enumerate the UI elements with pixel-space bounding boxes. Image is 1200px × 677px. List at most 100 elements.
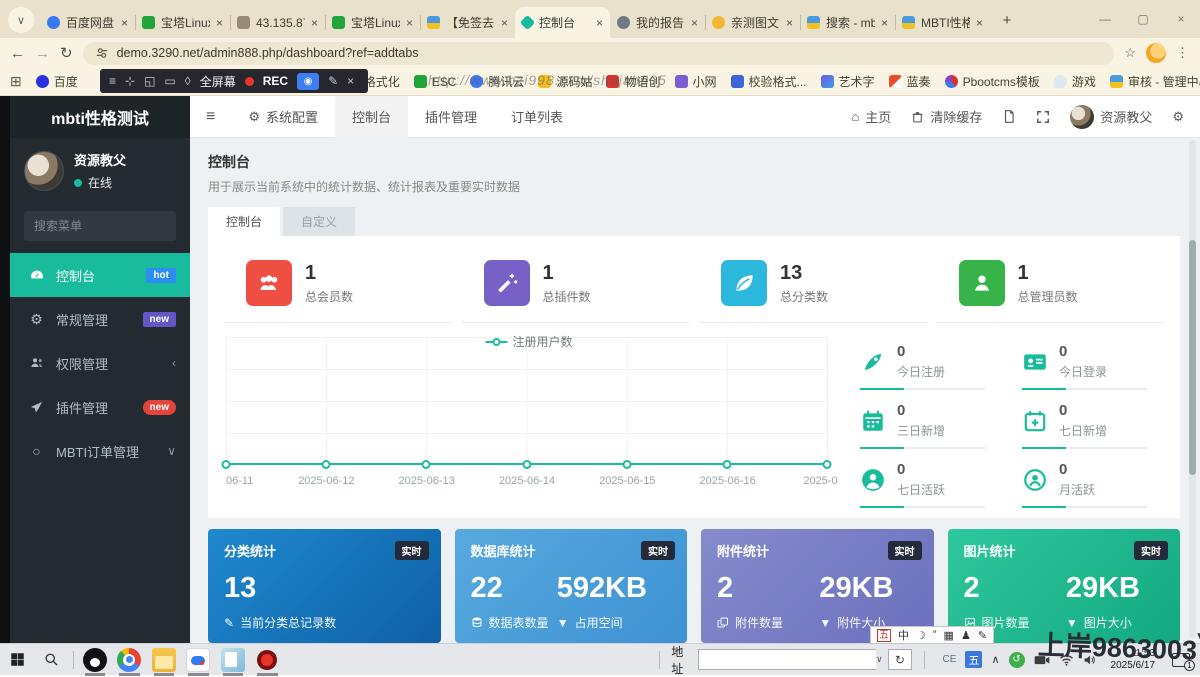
tab-close-icon[interactable]: × xyxy=(121,16,128,30)
crosshair-icon[interactable]: ⊹ xyxy=(125,74,135,88)
bookmark-item[interactable]: 小网 xyxy=(675,73,717,90)
browser-menu-icon[interactable]: ⋮ xyxy=(1176,45,1190,61)
window-maximize-button[interactable]: ▢ xyxy=(1124,0,1162,38)
fullwidth-moon-icon[interactable]: ☽ xyxy=(916,629,926,642)
bookmark-item[interactable]: 物语创 xyxy=(606,73,660,90)
topnav-tab-system-config[interactable]: ⚙系统配置 xyxy=(231,96,335,138)
data-point[interactable] xyxy=(722,460,731,469)
soft-keyboard-icon[interactable]: ▦ xyxy=(944,629,954,642)
pencil-icon[interactable]: ✎ xyxy=(328,74,338,88)
wubi-indicator[interactable]: 五 xyxy=(877,629,891,642)
page-scrollbar[interactable] xyxy=(1189,140,1196,638)
chinese-mode-indicator[interactable]: 中 xyxy=(898,627,909,643)
menu-search-input[interactable] xyxy=(34,219,189,233)
content-tab-dashboard[interactable]: 控制台 xyxy=(208,207,280,236)
data-point[interactable] xyxy=(422,460,431,469)
list-icon[interactable]: ≡ xyxy=(109,74,116,88)
user-avatar[interactable] xyxy=(24,151,64,191)
data-point[interactable] xyxy=(222,460,231,469)
menu-search-box[interactable] xyxy=(24,211,176,241)
apps-grid-icon[interactable]: ⊞ xyxy=(10,73,22,90)
address-bar[interactable]: demo.3290.net/admin888.php/dashboard?ref… xyxy=(83,42,1115,65)
browser-tab[interactable]: 宝塔Linux× xyxy=(135,7,230,38)
tab-close-icon[interactable]: × xyxy=(976,16,983,30)
content-tab-custom[interactable]: 自定义 xyxy=(283,207,355,236)
bookmark-item[interactable]: 格式化 xyxy=(364,73,400,90)
sidebar-item-plugins[interactable]: 插件管理 new xyxy=(10,385,190,429)
taskbar-app-explorer[interactable] xyxy=(147,644,181,676)
sidebar-item-mbti-orders[interactable]: ○ MBTI订单管理 ∨ xyxy=(10,429,190,473)
topnav-tab-dashboard[interactable]: 控制台 xyxy=(335,96,408,138)
reload-button[interactable]: ↻ xyxy=(60,44,73,62)
window-minimize-button[interactable]: — xyxy=(1086,0,1124,38)
topnav-tab-orders[interactable]: 订单列表 xyxy=(494,96,580,138)
topnav-user-menu[interactable]: 资源教父 xyxy=(1070,105,1152,129)
new-tab-button[interactable]: + xyxy=(994,7,1020,33)
tab-close-icon[interactable]: × xyxy=(596,16,603,30)
browser-tab[interactable]: MBTI性格…× xyxy=(895,7,990,38)
bookmark-item[interactable]: Pbootcms模板 xyxy=(945,73,1040,90)
fullscreen-button[interactable] xyxy=(1036,110,1050,124)
bookmark-item[interactable]: ESC xyxy=(414,75,457,89)
sidebar-item-permissions[interactable]: 权限管理 ‹ xyxy=(10,341,190,385)
page-info-button[interactable] xyxy=(1002,109,1016,124)
bookmark-item[interactable]: 审核 - 管理中心 xyxy=(1110,73,1200,90)
record-label[interactable]: REC xyxy=(263,74,288,88)
sidebar-item-general[interactable]: ⚙ 常规管理 new xyxy=(10,297,190,341)
tab-close-icon[interactable]: × xyxy=(216,16,223,30)
window-close-button[interactable]: × xyxy=(1162,0,1200,38)
browser-tab[interactable]: 我的报告× xyxy=(610,7,705,38)
data-point[interactable] xyxy=(522,460,531,469)
address-combobox-input[interactable] xyxy=(699,650,876,669)
bookmark-item[interactable]: 蓝奏 xyxy=(889,73,931,90)
taskbar-app-chrome[interactable] xyxy=(112,644,146,676)
browser-tab[interactable]: 43.135.87× xyxy=(230,7,325,38)
region-icon[interactable]: ▭ xyxy=(164,74,175,88)
browser-tab-active[interactable]: 控制台× xyxy=(515,7,610,38)
address-combobox[interactable]: ∨ xyxy=(698,649,876,670)
screenshot-camera-button[interactable]: ◉ xyxy=(297,73,319,90)
user-dict-icon[interactable]: ♟ xyxy=(961,629,971,642)
taskbar-app-recorder[interactable] xyxy=(250,644,284,676)
home-link[interactable]: ⌂主页 xyxy=(851,107,891,126)
ime-indicator[interactable]: 五 xyxy=(965,651,982,668)
clear-cache-button[interactable]: 清除缓存 xyxy=(911,107,982,126)
browser-tab[interactable]: 搜索 - mb…× xyxy=(800,7,895,38)
bookmark-item[interactable]: 游戏 xyxy=(1054,73,1096,90)
topnav-tab-plugins[interactable]: 插件管理 xyxy=(408,96,494,138)
tab-close-icon[interactable]: × xyxy=(311,16,318,30)
ime-settings-icon[interactable]: ✎ xyxy=(978,629,987,642)
browser-tab[interactable]: 百度网盘× xyxy=(40,7,135,38)
browser-profile-avatar[interactable] xyxy=(1146,43,1166,63)
chart-legend[interactable]: 注册用户数 xyxy=(485,333,572,350)
data-point[interactable] xyxy=(322,460,331,469)
tray-expand-icon[interactable]: ∧ xyxy=(991,653,999,666)
chevron-down-icon[interactable]: ∨ xyxy=(876,654,883,665)
bookmark-item[interactable]: 腾讯云 xyxy=(470,73,524,90)
punctuation-icon[interactable]: ” xyxy=(933,629,937,641)
sidebar-toggle-icon[interactable]: ≡ xyxy=(190,108,231,126)
zoom-region-icon[interactable]: ◱ xyxy=(144,74,155,88)
language-indicator[interactable]: CE xyxy=(943,654,957,665)
address-go-button[interactable]: ↻ xyxy=(888,649,912,670)
tab-close-icon[interactable]: × xyxy=(786,16,793,30)
site-settings-icon[interactable] xyxy=(95,46,109,60)
taskbar-search-button[interactable] xyxy=(34,644,68,676)
droplet-icon[interactable]: ◊ xyxy=(185,74,191,88)
tab-close-icon[interactable]: × xyxy=(406,16,413,30)
bookmark-item[interactable]: 源码姑 xyxy=(538,73,592,90)
tab-close-icon[interactable]: × xyxy=(501,16,508,30)
tab-close-icon[interactable]: × xyxy=(691,16,698,30)
tab-search-button[interactable]: ∨ xyxy=(8,7,34,33)
taskbar-app-notes[interactable] xyxy=(216,644,250,676)
data-point[interactable] xyxy=(622,460,631,469)
antivirus-tray-icon[interactable]: ↺ xyxy=(1009,652,1025,668)
browser-tab[interactable]: 宝塔Linux× xyxy=(325,7,420,38)
browser-tab[interactable]: 亲测图文…× xyxy=(705,7,800,38)
back-button[interactable]: ← xyxy=(10,45,25,62)
start-button[interactable] xyxy=(0,644,34,676)
close-recorder-icon[interactable]: × xyxy=(347,74,354,88)
tab-close-icon[interactable]: × xyxy=(881,16,888,30)
scrollbar-thumb[interactable] xyxy=(1189,240,1196,475)
data-point[interactable] xyxy=(823,460,832,469)
